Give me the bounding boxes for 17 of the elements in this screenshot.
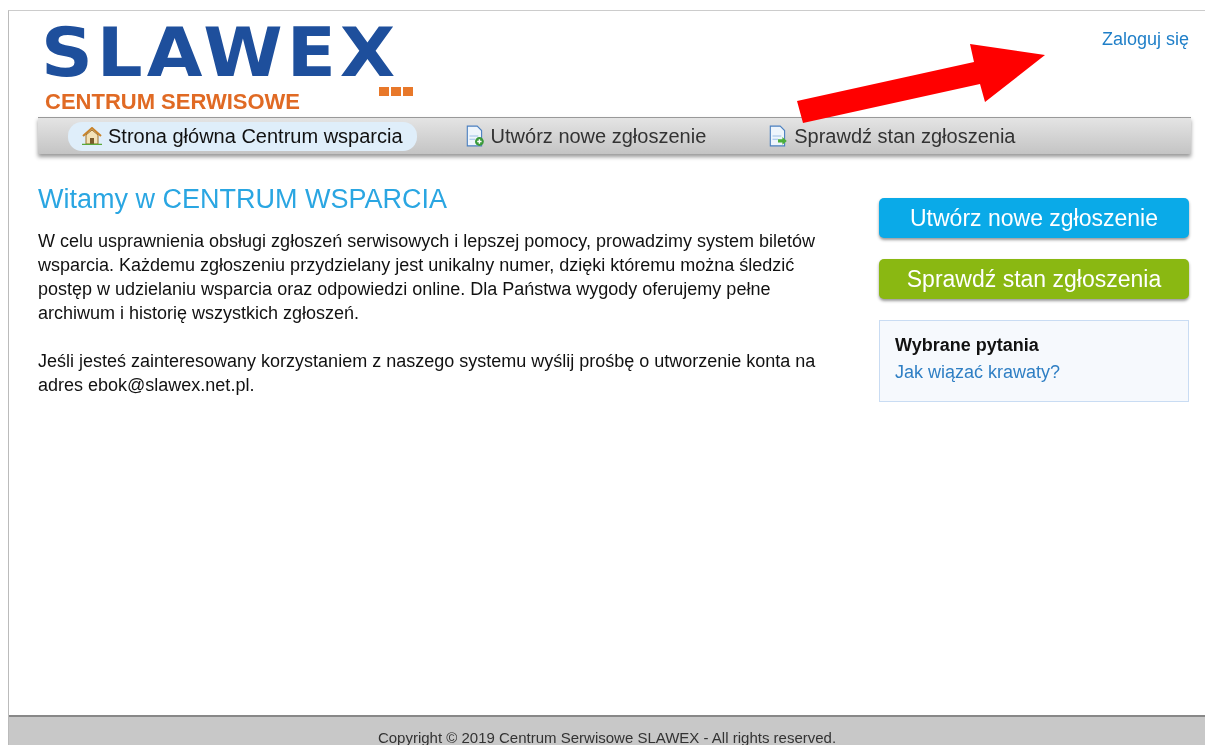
- document-icon: [464, 125, 485, 147]
- faq-link[interactable]: Jak wiązać krawaty?: [895, 362, 1173, 383]
- logo-subtitle: CENTRUM SERWISOWE: [45, 89, 301, 115]
- faq-title: Wybrane pytania: [895, 335, 1040, 356]
- logo-name: SLAWEX: [41, 18, 401, 86]
- check-status-button[interactable]: Sprawdź stan zgłoszenia: [879, 259, 1189, 299]
- home-icon: [82, 127, 102, 145]
- new-ticket-button[interactable]: Utwórz nowe zgłoszenie: [879, 198, 1189, 238]
- document-icon: [768, 125, 789, 147]
- squares-icon: [379, 87, 413, 97]
- nav-tab[interactable]: Strona główna Centrum wsparcia: [68, 121, 417, 151]
- nav-tab[interactable]: Sprawdź stan zgłoszenia: [754, 121, 1030, 151]
- login-link[interactable]: Zaloguj się: [1101, 29, 1189, 50]
- page-heading: Witamy w CENTRUM WSPARCIA: [38, 184, 448, 215]
- intro-paragraph: W celu usprawnienia obsługi zgłoszeń serwisowych i lepszej pomocy, prowadzimy system biletów wsparcia. Każdemu zgłoszeniu przydzielany jest unikalny numer, dzięki któremu można śledzić postęp w udzielaniu wsparcia oraz odpowiedzi online. Dla Państwa wygody oferujemy pełne archiwum i historię wszystkich zgłoszeń.: [38, 230, 816, 325]
- intro-paragraph: Jeśli jesteś zainteresowany korzystaniem z naszego systemu wyślij prośbę o utworzenie konta na adres ebok@slawex.net.pl.: [38, 350, 817, 397]
- nav-tab[interactable]: Utwórz nowe zgłoszenie: [450, 121, 721, 151]
